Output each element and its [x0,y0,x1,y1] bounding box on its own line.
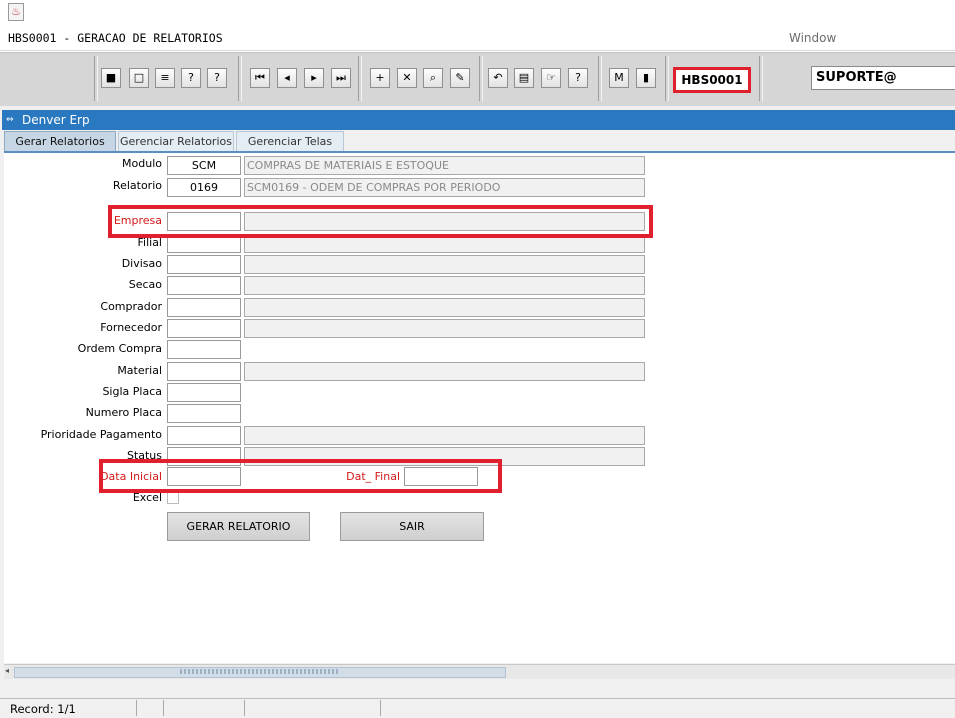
hand-pointer-icon[interactable]: ☞ [541,68,561,88]
secao-description-field [244,276,645,295]
tab-gerar-relatorios[interactable]: Gerar Relatorios [4,131,116,151]
record-indicator: Record: 1/1 [10,702,76,716]
toolbar-separator [238,56,242,101]
secao-label: Secao [128,278,162,291]
execute-query-icon[interactable]: ? [207,68,227,88]
status-divider [136,700,137,716]
app-title: HBS0001 - GERACAO DE RELATORIOS [8,31,223,45]
status-divider [244,700,245,716]
tab-gerenciar-telas[interactable]: Gerenciar Telas [236,131,344,151]
insert-record-icon[interactable]: + [370,68,390,88]
java-cup-icon: ♨ [8,3,24,21]
modulo-label: Modulo [122,157,162,170]
window-title: Denver Erp [22,113,90,127]
relatorio-label: Relatorio [112,179,162,192]
fornecedor-code-field[interactable] [167,319,241,338]
first-record-icon[interactable]: ⏮ [250,68,270,88]
material-code-field[interactable] [167,362,241,381]
comprador-description-field [244,298,645,317]
excel-checkbox[interactable] [167,492,179,504]
empresa-highlight-box [108,205,653,238]
query-help-icon[interactable]: ? [181,68,201,88]
status-bar [0,698,955,718]
next-record-icon[interactable]: ▸ [304,68,324,88]
toolbar-separator [665,56,669,101]
toolbar-separator [94,56,98,101]
tab-gerenciar-relatorios[interactable]: Gerenciar Relatorios [118,131,234,151]
secao-code-field[interactable] [167,276,241,295]
modulo-description-field: COMPRAS DE MATERIAIS E ESTOQUE [244,156,645,175]
status-divider [380,700,381,716]
fornecedor-label: Fornecedor [100,321,162,334]
date-range-highlight-box [99,459,502,493]
window-header [2,110,955,130]
toolbar-separator [479,56,483,101]
window-icon[interactable]: □ [129,68,149,88]
sigla-placa-label: Sigla Placa [102,385,162,398]
toolbar-separator [358,56,362,101]
print-icon[interactable]: ≡ [155,68,175,88]
comprador-code-field[interactable] [167,298,241,317]
divisao-label: Divisao [121,257,162,270]
undo-icon[interactable]: ↶ [488,68,508,88]
window-menu[interactable]: Window [789,31,836,45]
modulo-code-field[interactable]: SCM [167,156,241,175]
sair-button[interactable]: SAIR [340,512,484,541]
prioridade-pagamento-code-field[interactable] [167,426,241,445]
numero-placa-label: Numero Placa [85,406,162,419]
ordem-compra-field[interactable] [167,340,241,359]
material-description-field [244,362,645,381]
fornecedor-description-field [244,319,645,338]
search-record-icon[interactable]: ⌕ [423,68,443,88]
prioridade-pagamento-description-field [244,426,645,445]
last-record-icon[interactable]: ⏭ [331,68,351,88]
ordem-compra-label: Ordem Compra [77,342,162,355]
edit-icon[interactable]: ✎ [450,68,470,88]
status-divider [163,700,164,716]
user-field: SUPORTE@ [811,66,955,90]
clipboard-icon[interactable]: ▤ [514,68,534,88]
numero-placa-field[interactable] [167,404,241,423]
gerar-relatorio-button[interactable]: GERAR RELATORIO [167,512,310,541]
relatorio-description-field: SCM0169 - ODEM DE COMPRAS POR PERIODO [244,178,645,197]
form-code-highlight: HBS0001 [673,67,751,93]
material-label: Material [117,364,162,377]
window-collapse-icon[interactable]: ⇔ [6,115,16,125]
comprador-label: Comprador [100,300,162,313]
toolbar-separator [759,56,763,101]
toolbar-separator [598,56,602,101]
scroll-left-icon[interactable]: ◂ [5,666,9,675]
previous-record-icon[interactable]: ◂ [277,68,297,88]
scrollbar-grip [180,669,340,674]
delete-record-icon[interactable]: ✕ [397,68,417,88]
menu-icon[interactable]: M [609,68,629,88]
sigla-placa-field[interactable] [167,383,241,402]
relatorio-code-field[interactable]: 0169 [167,178,241,197]
prioridade-pagamento-label: Prioridade Pagamento [40,428,162,441]
title-bar [0,0,955,26]
divisao-code-field[interactable] [167,255,241,274]
divisao-description-field [244,255,645,274]
save-icon[interactable]: ■ [101,68,121,88]
exit-icon[interactable]: ▮ [636,68,656,88]
help-icon[interactable]: ? [568,68,588,88]
